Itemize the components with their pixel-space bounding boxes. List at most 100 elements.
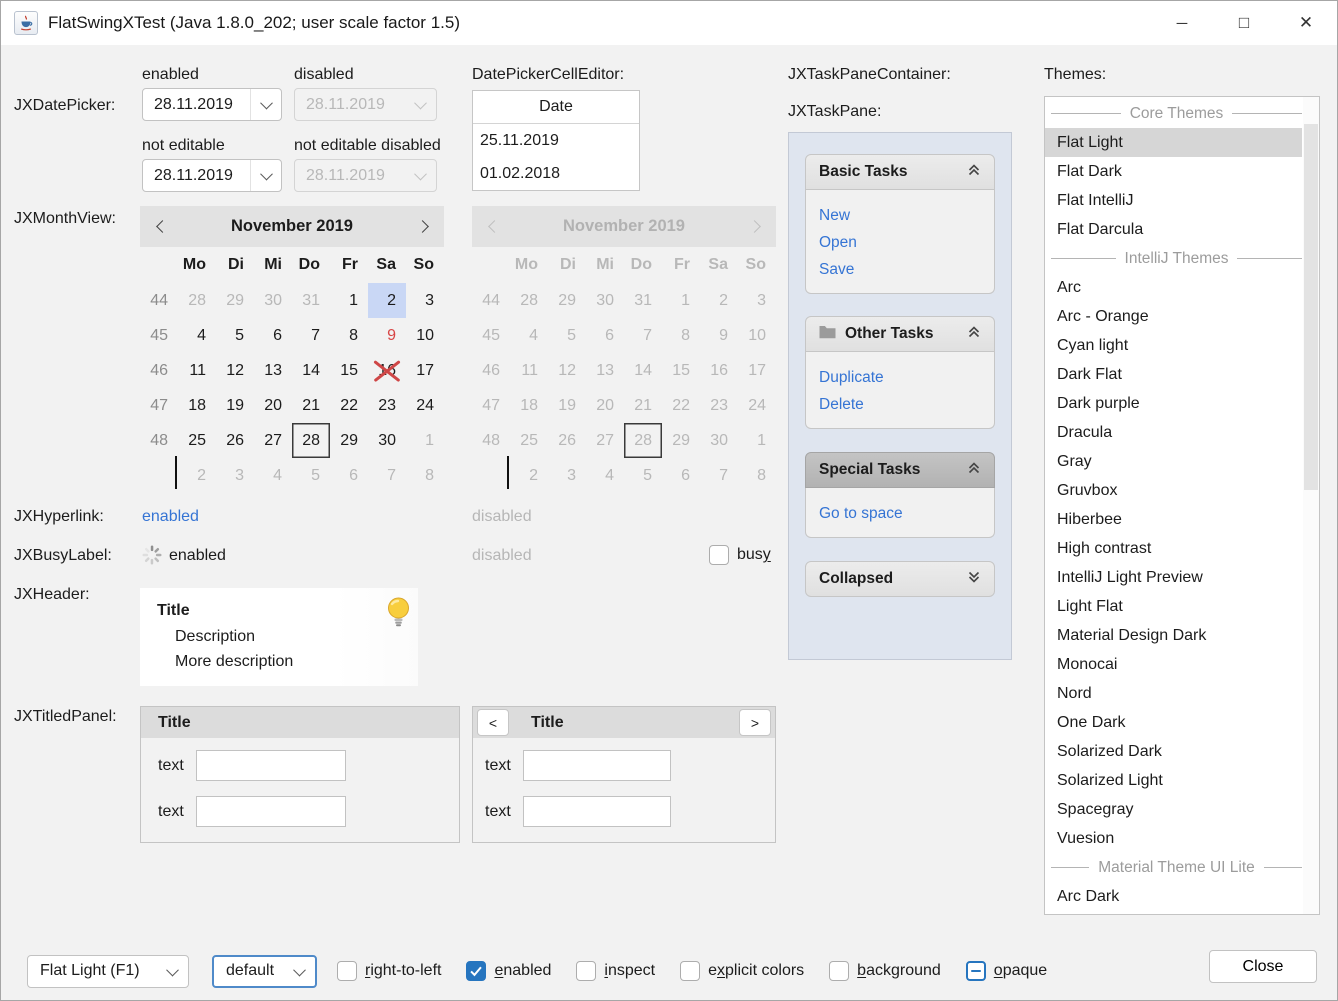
calendar-day[interactable]: 15 (330, 353, 368, 388)
calendar-day[interactable]: 29 (330, 423, 368, 458)
theme-item-dracula[interactable]: Dracula (1045, 418, 1302, 447)
calendar-day[interactable]: 8 (406, 458, 444, 493)
collapse-icon[interactable] (967, 325, 981, 344)
theme-item-monocai[interactable]: Monocai (1045, 650, 1302, 679)
themes-scrollbar[interactable] (1303, 97, 1319, 914)
titledpanel-prev-button[interactable]: < (477, 709, 509, 736)
theme-item-gray[interactable]: Gray (1045, 447, 1302, 476)
calendar-day[interactable]: 20 (254, 388, 292, 423)
calendar-day[interactable]: 10 (406, 318, 444, 353)
calendar-day[interactable]: 30 (368, 423, 406, 458)
theme-item-arc[interactable]: Arc (1045, 273, 1302, 302)
theme-item-arc-dark[interactable]: Arc Dark (1045, 882, 1302, 911)
calendar-day[interactable]: 17 (406, 353, 444, 388)
theme-item-dark-purple[interactable]: Dark purple (1045, 389, 1302, 418)
theme-item-vuesion[interactable]: Vuesion (1045, 824, 1302, 853)
calendar-day[interactable]: 7 (368, 458, 406, 493)
checkbox-explicit-colors[interactable]: explicit colors (680, 961, 804, 981)
theme-item-spacegray[interactable]: Spacegray (1045, 795, 1302, 824)
task-link-open[interactable]: Open (819, 229, 994, 256)
maximize-icon[interactable]: □ (1213, 1, 1275, 45)
text-field[interactable] (523, 750, 671, 781)
datepicker-enabled[interactable]: 28.11.2019 (142, 88, 282, 121)
mode-combobox[interactable]: default (212, 955, 317, 988)
calendar-day[interactable]: 31 (292, 283, 330, 318)
calendar-day[interactable]: 5 (216, 318, 254, 353)
date-table-row[interactable]: 25.11.2019 (473, 124, 639, 157)
calendar-day[interactable]: 12 (216, 353, 254, 388)
theme-item-gruvbox[interactable]: Gruvbox (1045, 476, 1302, 505)
calendar-day[interactable]: 30 (254, 283, 292, 318)
theme-item-arc-orange[interactable]: Arc - Orange (1045, 302, 1302, 331)
task-link-save[interactable]: Save (819, 256, 994, 283)
theme-combobox-value[interactable]: Flat Light (F1) (28, 962, 156, 980)
calendar-day[interactable]: 16 (368, 353, 406, 388)
datepicker-not-editable[interactable]: 28.11.2019 (142, 159, 282, 192)
checkbox-enabled[interactable]: enabled (466, 961, 551, 981)
titledpanel-next-button[interactable]: > (739, 709, 771, 736)
calendar-day[interactable]: 3 (216, 458, 254, 493)
theme-item-nord[interactable]: Nord (1045, 679, 1302, 708)
calendar-day[interactable]: 29 (216, 283, 254, 318)
calendar-day[interactable]: 6 (330, 458, 368, 493)
calendar-day[interactable]: 18 (178, 388, 216, 423)
hyperlink-enabled[interactable]: enabled (142, 508, 199, 526)
checkbox-background[interactable]: background (829, 961, 941, 981)
monthview-enabled[interactable]: November 2019 MoDiMiDoFrSaSo442829303112… (140, 206, 444, 493)
close-button[interactable]: Close (1209, 950, 1317, 983)
task-link-new[interactable]: New (819, 202, 994, 229)
calendar-day[interactable]: 26 (216, 423, 254, 458)
calendar-day[interactable]: 1 (330, 283, 368, 318)
theme-item-solarized-light[interactable]: Solarized Light (1045, 766, 1302, 795)
calendar-day[interactable]: 8 (330, 318, 368, 353)
collapse-icon[interactable] (967, 461, 981, 480)
calendar-day[interactable]: 1 (406, 423, 444, 458)
calendar-day[interactable]: 2 (178, 458, 216, 493)
calendar-day[interactable]: 9 (368, 318, 406, 353)
text-field[interactable] (196, 796, 346, 827)
datepicker-dropdown-icon[interactable] (250, 89, 281, 120)
taskpane-header-basic-tasks[interactable]: Basic Tasks (805, 154, 995, 190)
themes-list[interactable]: Core ThemesFlat LightFlat DarkFlat Intel… (1044, 96, 1320, 915)
theme-item-material-design-dark[interactable]: Material Design Dark (1045, 621, 1302, 650)
checkbox-opaque[interactable]: opaque (966, 961, 1047, 981)
checkbox-box[interactable] (829, 961, 849, 981)
theme-item-dark-flat[interactable]: Dark Flat (1045, 360, 1302, 389)
expand-icon[interactable] (967, 570, 981, 589)
theme-item-hiberbee[interactable]: Hiberbee (1045, 505, 1302, 534)
calendar-day[interactable]: 2 (368, 283, 406, 318)
taskpane-header-other-tasks[interactable]: Other Tasks (805, 316, 995, 352)
theme-item-flat-darcula[interactable]: Flat Darcula (1045, 215, 1302, 244)
calendar-day[interactable]: 23 (368, 388, 406, 423)
checkbox-box[interactable] (709, 545, 729, 565)
chevron-down-icon[interactable] (283, 967, 315, 976)
calendar-day[interactable]: 5 (292, 458, 330, 493)
theme-combobox[interactable]: Flat Light (F1) (27, 955, 189, 988)
checkbox-box[interactable] (466, 961, 486, 981)
checkbox-box[interactable] (337, 961, 357, 981)
calendar-day[interactable]: 25 (178, 423, 216, 458)
text-field[interactable] (196, 750, 346, 781)
calendar-day[interactable]: 24 (406, 388, 444, 423)
theme-item-flat-light[interactable]: Flat Light (1045, 128, 1302, 157)
datepicker-not-editable-value[interactable]: 28.11.2019 (143, 167, 250, 185)
checkbox-busy[interactable]: busy (709, 545, 771, 565)
calendar-day[interactable]: 4 (178, 318, 216, 353)
date-table-row[interactable]: 01.02.2018 (473, 157, 639, 190)
close-icon[interactable]: ✕ (1275, 1, 1337, 45)
theme-item-cyan-light[interactable]: Cyan light (1045, 331, 1302, 360)
checkbox-box[interactable] (966, 961, 986, 981)
calendar-day[interactable]: 3 (406, 283, 444, 318)
date-table-header[interactable]: Date (473, 91, 639, 124)
checkbox-right-to-left[interactable]: right-to-left (337, 961, 441, 981)
theme-item-intellij-light-preview[interactable]: IntelliJ Light Preview (1045, 563, 1302, 592)
mode-combobox-value[interactable]: default (214, 962, 283, 980)
theme-item-high-contrast[interactable]: High contrast (1045, 534, 1302, 563)
chevron-down-icon[interactable] (156, 967, 188, 976)
theme-item-light-flat[interactable]: Light Flat (1045, 592, 1302, 621)
calendar-day[interactable]: 14 (292, 353, 330, 388)
task-link-delete[interactable]: Delete (819, 391, 994, 418)
scrollbar-thumb[interactable] (1304, 124, 1318, 490)
task-link-go-to-space[interactable]: Go to space (819, 500, 994, 527)
date-table[interactable]: Date 25.11.201901.02.2018 (472, 90, 640, 191)
